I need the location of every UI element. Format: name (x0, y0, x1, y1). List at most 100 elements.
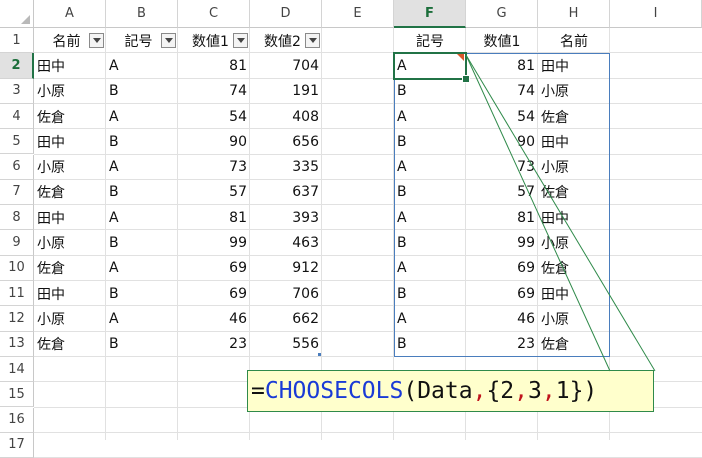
table-resize-handle[interactable] (318, 352, 321, 356)
row-header-6[interactable]: 6 (0, 154, 34, 180)
result-cell[interactable]: 99 (466, 230, 538, 255)
row-header-8[interactable]: 8 (0, 205, 34, 231)
result-cell[interactable]: 46 (466, 306, 538, 331)
column-header-f[interactable]: F (394, 0, 466, 28)
table-cell[interactable]: 99 (178, 230, 250, 255)
table-cell[interactable]: 73 (178, 155, 250, 180)
table-cell[interactable]: 小原 (34, 230, 106, 255)
column-header-h[interactable]: H (538, 0, 610, 28)
table-cell[interactable]: 662 (250, 306, 322, 331)
table-cell[interactable]: 556 (250, 332, 322, 357)
result-cell[interactable]: A (394, 53, 466, 78)
table-header-cell[interactable]: 数値2 (250, 28, 304, 53)
row-header-3[interactable]: 3 (0, 78, 34, 104)
table-cell[interactable]: 小原 (34, 79, 106, 104)
result-cell[interactable]: 90 (466, 129, 538, 154)
row-header-5[interactable]: 5 (0, 129, 34, 155)
result-cell[interactable]: 小原 (538, 306, 610, 331)
result-cell[interactable]: 23 (466, 332, 538, 357)
table-cell[interactable]: B (106, 332, 178, 357)
table-cell[interactable]: 田中 (34, 129, 106, 154)
table-cell[interactable]: B (106, 129, 178, 154)
result-cell[interactable]: 54 (466, 104, 538, 129)
result-cell[interactable]: 田中 (538, 205, 610, 230)
result-cell[interactable]: B (394, 230, 466, 255)
result-cell[interactable]: B (394, 180, 466, 205)
result-cell[interactable]: 74 (466, 79, 538, 104)
table-cell[interactable]: 佐倉 (34, 332, 106, 357)
table-header-cell[interactable]: 数値1 (178, 28, 232, 53)
row-header-1[interactable]: 1 (0, 28, 34, 54)
table-cell[interactable]: 田中 (34, 281, 106, 306)
result-cell[interactable]: B (394, 129, 466, 154)
result-header-cell[interactable]: 名前 (538, 28, 610, 53)
table-cell[interactable]: 463 (250, 230, 322, 255)
result-cell[interactable]: A (394, 256, 466, 281)
result-cell[interactable]: 田中 (538, 53, 610, 78)
result-cell[interactable]: 小原 (538, 155, 610, 180)
filter-dropdown-icon[interactable] (305, 33, 320, 48)
table-cell[interactable]: 393 (250, 205, 322, 230)
row-header-9[interactable]: 9 (0, 230, 34, 256)
table-cell[interactable]: 69 (178, 281, 250, 306)
table-header-cell[interactable]: 名前 (34, 28, 88, 53)
table-cell[interactable]: 656 (250, 129, 322, 154)
row-header-14[interactable]: 14 (0, 356, 34, 383)
result-cell[interactable]: 81 (466, 53, 538, 78)
table-cell[interactable]: A (106, 205, 178, 230)
table-cell[interactable]: A (106, 306, 178, 331)
table-cell[interactable]: 704 (250, 53, 322, 78)
result-cell[interactable]: 57 (466, 180, 538, 205)
result-cell[interactable]: B (394, 281, 466, 306)
row-header-15[interactable]: 15 (0, 382, 34, 408)
result-header-cell[interactable]: 記号 (394, 28, 466, 53)
table-cell[interactable]: B (106, 281, 178, 306)
table-cell[interactable]: 57 (178, 180, 250, 205)
table-cell[interactable]: 408 (250, 104, 322, 129)
result-cell[interactable]: 佐倉 (538, 104, 610, 129)
result-cell[interactable]: 佐倉 (538, 180, 610, 205)
column-header-b[interactable]: B (106, 0, 178, 28)
table-cell[interactable]: A (106, 155, 178, 180)
result-cell[interactable]: 田中 (538, 281, 610, 306)
table-cell[interactable]: 23 (178, 332, 250, 357)
table-cell[interactable]: 81 (178, 205, 250, 230)
result-cell[interactable]: 73 (466, 155, 538, 180)
table-cell[interactable]: B (106, 180, 178, 205)
column-header-d[interactable]: D (250, 0, 322, 28)
table-cell[interactable]: 田中 (34, 205, 106, 230)
result-cell[interactable]: B (394, 332, 466, 357)
error-indicator-icon[interactable] (457, 54, 464, 62)
table-cell[interactable]: 90 (178, 129, 250, 154)
table-cell[interactable]: A (106, 104, 178, 129)
table-cell[interactable]: 佐倉 (34, 256, 106, 281)
result-header-cell[interactable]: 数値1 (466, 28, 538, 53)
table-cell[interactable]: 81 (178, 53, 250, 78)
table-cell[interactable]: A (106, 256, 178, 281)
fill-handle[interactable] (462, 74, 470, 83)
row-header-17[interactable]: 17 (0, 432, 34, 458)
result-cell[interactable]: 小原 (538, 230, 610, 255)
table-cell[interactable]: 46 (178, 306, 250, 331)
result-cell[interactable]: 田中 (538, 129, 610, 154)
row-header-2[interactable]: 2 (0, 53, 34, 79)
table-cell[interactable]: 田中 (34, 53, 106, 78)
select-all-corner[interactable] (0, 0, 34, 28)
result-cell[interactable]: A (394, 306, 466, 331)
column-header-e[interactable]: E (322, 0, 394, 28)
table-cell[interactable]: 佐倉 (34, 104, 106, 129)
filter-dropdown-icon[interactable] (89, 33, 104, 48)
row-header-12[interactable]: 12 (0, 306, 34, 332)
result-cell[interactable]: 69 (466, 281, 538, 306)
table-cell[interactable]: 69 (178, 256, 250, 281)
table-cell[interactable]: 335 (250, 155, 322, 180)
table-cell[interactable]: A (106, 53, 178, 78)
result-cell[interactable]: A (394, 104, 466, 129)
table-header-cell[interactable]: 記号 (106, 28, 160, 53)
table-cell[interactable]: 佐倉 (34, 180, 106, 205)
row-header-16[interactable]: 16 (0, 407, 34, 433)
table-cell[interactable]: 小原 (34, 306, 106, 331)
row-header-13[interactable]: 13 (0, 331, 34, 357)
result-cell[interactable]: 小原 (538, 79, 610, 104)
table-cell[interactable]: 912 (250, 256, 322, 281)
